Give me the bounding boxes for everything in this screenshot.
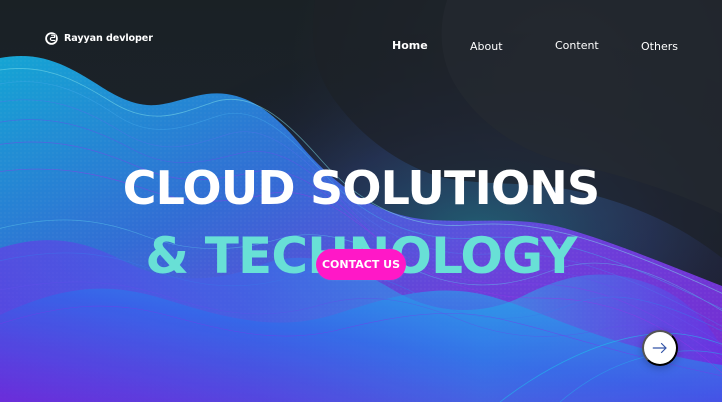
nav-item-about[interactable]: About: [470, 40, 503, 54]
hero-headline-line-1: CLOUD SOLUTIONS: [122, 160, 600, 215]
top-navigation: Home About Content Others: [0, 39, 722, 57]
hero-section: Rayyan devloper Home About Content Other…: [0, 0, 722, 402]
nav-item-others[interactable]: Others: [641, 40, 678, 54]
contact-us-button[interactable]: CONTACT US: [316, 249, 406, 280]
nav-item-content[interactable]: Content: [555, 39, 599, 53]
nav-item-home[interactable]: Home: [392, 39, 428, 53]
arrow-right-icon: [652, 342, 667, 354]
next-slide-button[interactable]: [642, 330, 678, 366]
